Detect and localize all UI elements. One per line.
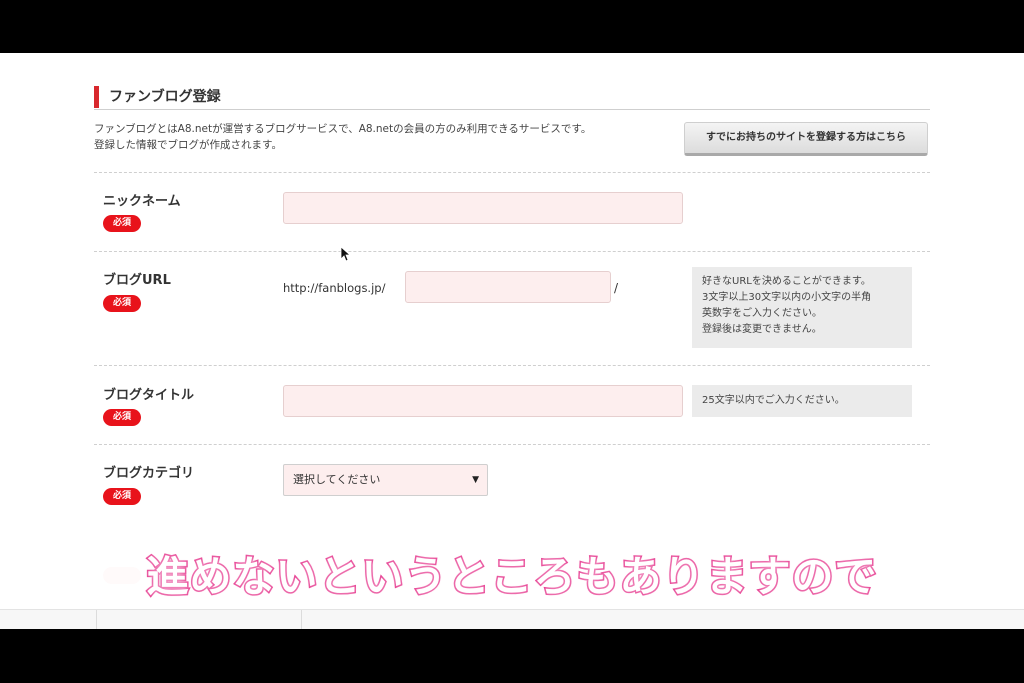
blog-category-selected: 選択してください	[293, 473, 381, 486]
row-divider	[94, 251, 930, 252]
nickname-required-badge: 必須	[103, 215, 141, 232]
blog-url-hint-line: 登録後は変更できません。	[702, 324, 822, 335]
mouse-pointer-icon	[340, 246, 350, 262]
blog-url-suffix: /	[614, 281, 619, 295]
title-divider	[94, 109, 930, 110]
blog-title-required-badge: 必須	[103, 409, 141, 426]
row-divider	[94, 365, 930, 366]
nickname-label: ニックネーム	[103, 194, 181, 209]
nickname-input[interactable]	[283, 192, 683, 224]
blog-category-select[interactable]: 選択してください ▼	[283, 464, 488, 496]
section-title: ファンブログ登録	[94, 86, 221, 108]
existing-site-button[interactable]: すでにお持ちのサイトを登録する方はこちら	[684, 122, 928, 156]
blog-url-hint-line: 好きなURLを決めることができます。	[702, 276, 871, 287]
blog-url-input[interactable]	[405, 271, 611, 303]
intro-line-1: ファンブログとはA8.netが運営するブログサービスで、A8.netの会員の方の…	[94, 123, 592, 135]
row-divider	[94, 172, 930, 173]
intro-line-2: 登録した情報でブログが作成されます。	[94, 139, 282, 151]
blog-title-input[interactable]	[283, 385, 683, 417]
row-divider	[94, 444, 930, 445]
footer-bar	[0, 609, 1024, 629]
blog-category-label: ブログカテゴリ	[103, 466, 195, 481]
blog-url-hint-line: 3文字以上30文字以内の小文字の半角	[702, 292, 872, 303]
blog-title-hint: 25文字以内でご入力ください。	[692, 385, 912, 417]
intro-text: ファンブログとはA8.netが運営するブログサービスで、A8.netの会員の方の…	[94, 121, 684, 153]
blog-title-label: ブログタイトル	[103, 388, 195, 403]
blog-url-prefix: http://fanblogs.jp/	[283, 281, 386, 295]
blog-url-hint: 好きなURLを決めることができます。 3文字以上30文字以内の小文字の半角 英数…	[692, 267, 912, 348]
blog-url-hint-line: 英数字をご入力ください。	[702, 308, 822, 319]
blog-category-required-badge: 必須	[103, 488, 141, 505]
blog-url-required-badge: 必須	[103, 295, 141, 312]
footer-tab	[96, 610, 302, 629]
video-caption: 進めないというところもありますので	[145, 551, 878, 603]
blog-url-label: ブログURL	[103, 273, 171, 288]
chevron-down-icon: ▼	[472, 475, 479, 485]
